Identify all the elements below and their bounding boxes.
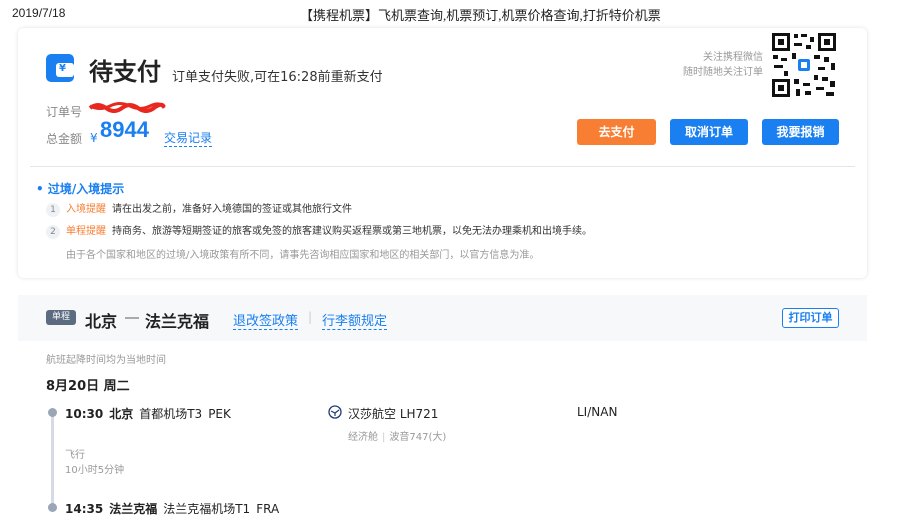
departure-dot-icon <box>48 408 57 417</box>
flight-duration: 10小时5分钟 <box>65 465 125 476</box>
wallet-icon: ¥ <box>46 54 74 82</box>
local-time-note: 航班起降时间均为当地时间 <box>46 355 166 366</box>
cabin-separator: | <box>382 432 386 443</box>
order-number-label: 订单号 <box>46 105 83 119</box>
transaction-record-link[interactable]: 交易记录 <box>164 129 213 147</box>
print-order-button[interactable]: 打印订单 <box>782 308 839 328</box>
notice-item-text: 持商务、旅游等短期签证的旅客或免签的旅客建议购买返程票或第三地机票，以免无法办理… <box>112 226 592 237</box>
lufthansa-logo-icon <box>328 405 342 419</box>
cancel-order-button[interactable]: 取消订单 <box>670 119 748 145</box>
notice-item-key: 入境提醒 <box>66 204 106 215</box>
cabin-class: 经济舱 <box>348 432 378 443</box>
pay-button[interactable]: 去支付 <box>577 119 656 145</box>
notice-item-text: 请在出发之前，准备好入境德国的签证或其他旅行文件 <box>112 204 352 215</box>
passenger-name: LI/NAN <box>577 405 618 419</box>
airline-flight-number: 汉莎航空 LH721 <box>348 407 439 421</box>
order-status-desc: 订单支付失败,可在16:28前重新支付 <box>172 70 383 85</box>
aircraft-type: 波音747(大) <box>389 432 447 443</box>
one-way-badge: 单程 <box>46 310 76 325</box>
departure-airport: 首都机场T3 <box>139 407 203 421</box>
wechat-tip-line1: 关注携程微信 <box>703 52 763 63</box>
route-origin: 北京 <box>85 312 118 331</box>
currency-symbol: ¥ <box>90 131 98 145</box>
flying-label: 飞行 <box>65 450 85 461</box>
print-date: 2019/7/18 <box>12 6 66 20</box>
departure-code: PEK <box>208 407 231 421</box>
arrival-city: 法兰克福 <box>109 502 158 516</box>
departure-time: 10:30 <box>65 407 104 421</box>
arrival-code: FRA <box>256 502 280 516</box>
arrival-row: 14:35 法兰克福 法兰克福机场T1 FRA <box>65 500 279 517</box>
refund-change-policy-link[interactable]: 退改签政策 <box>233 310 299 330</box>
wechat-follow-tip: 关注携程微信 随时随地关注订单 <box>683 50 763 80</box>
flight-timeline <box>51 412 54 508</box>
redacted-order-number <box>88 102 166 113</box>
notice-footer: 由于各个国家和地区的过境/入境政策有所不同，请事先咨询相应国家和地区的相关部门，… <box>66 250 540 261</box>
flight-date: 8月20日 周二 <box>46 379 130 394</box>
card-divider <box>30 166 855 167</box>
arrival-dot-icon <box>48 503 57 512</box>
route-arrow-icon <box>125 317 139 319</box>
notice-item-number: 1 <box>46 203 60 217</box>
total-amount-label: 总金额 <box>46 132 83 146</box>
baggage-allowance-link[interactable]: 行李额规定 <box>322 310 388 330</box>
arrival-time: 14:35 <box>65 502 104 516</box>
reimbursement-button[interactable]: 我要报销 <box>762 119 839 145</box>
print-page-title: 【携程机票】飞机票查询,机票预订,机票价格查询,打折特价机票 <box>300 8 661 23</box>
order-status-card: ¥ 待支付 订单支付失败,可在16:28前重新支付 订单号 总金额 ¥ 8944… <box>18 28 867 278</box>
notice-item-number: 2 <box>46 225 60 239</box>
route-destination: 法兰克福 <box>145 312 210 331</box>
order-status-title: 待支付 <box>89 58 161 86</box>
arrival-airport: 法兰克福机场T1 <box>163 502 251 516</box>
cabin-aircraft-info: 经济舱 | 波音747(大) <box>348 428 446 443</box>
link-separator: | <box>308 310 313 324</box>
notice-item: 2 单程提醒 持商务、旅游等短期签证的旅客或免签的旅客建议购买返程票或第三地机票，以… <box>46 222 592 239</box>
total-amount: 8944 <box>100 117 149 142</box>
departure-city: 北京 <box>109 407 134 421</box>
trip-header: 单程 北京 法兰克福 退改签政策 | 行李额规定 打印订单 <box>18 295 867 341</box>
wechat-tip-line2: 随时随地关注订单 <box>683 67 763 78</box>
notice-item-key: 单程提醒 <box>66 226 106 237</box>
notice-item: 1 入境提醒 请在出发之前，准备好入境德国的签证或其他旅行文件 <box>46 200 352 217</box>
wechat-qr-code <box>770 31 838 99</box>
transit-entry-notice-title: • 过境/入境提示 <box>36 182 125 196</box>
print-header: 2019/7/18 【携程机票】飞机票查询,机票预订,机票价格查询,打折特价机票 <box>0 0 905 23</box>
departure-row: 10:30 北京 首都机场T3 PEK <box>65 405 231 422</box>
